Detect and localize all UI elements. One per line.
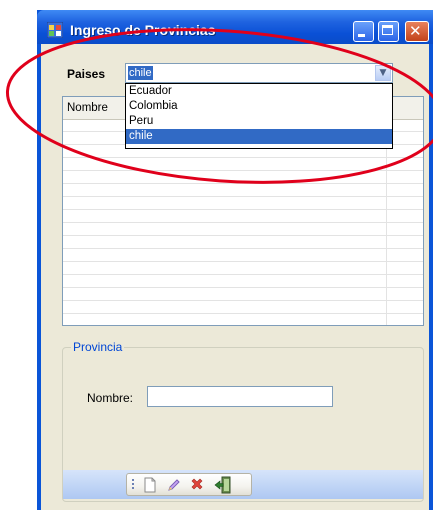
new-document-icon[interactable] xyxy=(142,477,158,493)
close-button[interactable]: ✕ xyxy=(405,21,429,42)
exit-door-icon[interactable] xyxy=(214,476,232,494)
dropdown-option-chile[interactable]: chile xyxy=(126,129,392,144)
minimize-button[interactable] xyxy=(353,21,374,42)
delete-x-icon[interactable] xyxy=(189,477,205,493)
dropdown-option-peru[interactable]: Peru xyxy=(126,114,392,129)
form-client-area: Paises chile ▼ Nombre Ecuador Colombia P… xyxy=(41,44,429,510)
provincia-group-title: Provincia xyxy=(71,340,125,354)
main-window: Ingreso de Provincias ✕ Paises chile ▼ N… xyxy=(37,10,433,510)
chevron-down-icon[interactable]: ▼ xyxy=(375,65,391,81)
toolstrip-panel xyxy=(63,470,423,499)
paises-dropdown-list[interactable]: Ecuador Colombia Peru chile xyxy=(125,83,393,149)
nombre-input[interactable] xyxy=(147,386,333,407)
paises-combobox[interactable]: chile ▼ xyxy=(125,63,393,83)
edit-pencil-icon[interactable] xyxy=(166,477,182,493)
toolbar-grip[interactable] xyxy=(132,479,134,491)
dropdown-option-ecuador[interactable]: Ecuador xyxy=(126,84,392,99)
provincia-groupbox: Provincia Nombre: xyxy=(62,340,424,502)
crud-toolbar xyxy=(126,473,252,496)
paises-label: Paises xyxy=(67,67,106,81)
paises-selected-value: chile xyxy=(128,66,153,80)
maximize-button[interactable] xyxy=(378,21,399,42)
grid-column-nombre[interactable]: Nombre xyxy=(67,102,108,114)
close-icon: ✕ xyxy=(409,22,422,40)
title-bar[interactable]: Ingreso de Provincias ✕ xyxy=(37,10,433,44)
app-window-icon xyxy=(47,22,63,38)
dropdown-option-colombia[interactable]: Colombia xyxy=(126,99,392,114)
window-title: Ingreso de Provincias xyxy=(70,22,216,38)
nombre-label: Nombre: xyxy=(87,391,134,405)
